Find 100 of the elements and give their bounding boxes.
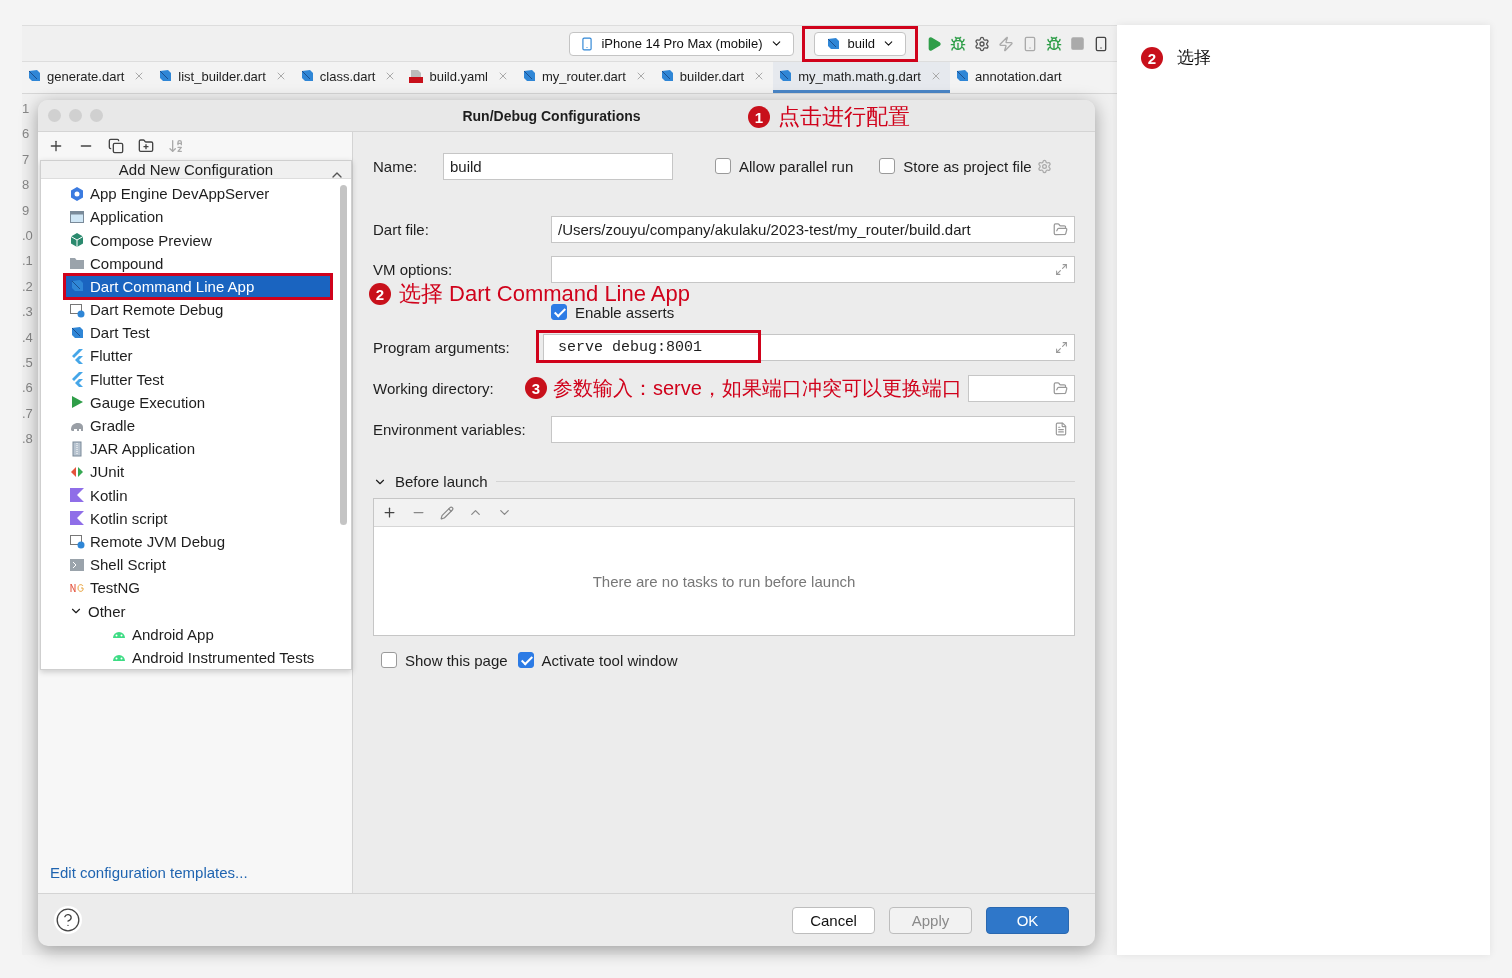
line-number: .3	[22, 304, 34, 322]
document-icon[interactable]	[1054, 422, 1068, 436]
line-number: .4	[22, 329, 34, 347]
annotation-text: 点击进行配置	[778, 103, 910, 131]
run-config-selector[interactable]: build	[813, 31, 906, 56]
file-tab[interactable]: list_builder.dart	[153, 62, 295, 93]
folder-icon[interactable]	[1053, 380, 1068, 396]
bug-icon[interactable]	[1046, 35, 1062, 52]
line-number: .8	[22, 431, 34, 449]
tree-item[interactable]: Kotlin script	[41, 506, 335, 530]
field-label: Working directory:	[373, 379, 495, 397]
line-number: .5	[22, 354, 34, 372]
checkbox[interactable]	[879, 158, 896, 174]
tree-item[interactable]: Dart Test	[41, 321, 335, 345]
line-number: 9	[22, 202, 31, 220]
step-number: 3	[525, 377, 547, 399]
dialog-button[interactable]: OK	[986, 906, 1069, 934]
tree-item[interactable]: Gradle	[41, 413, 335, 438]
tree-item[interactable]: Android App	[41, 622, 335, 646]
working-directory-field[interactable]	[967, 374, 1075, 402]
line-number: .0	[22, 227, 34, 245]
tree-item[interactable]: Compose Preview	[41, 228, 335, 252]
terminal-icon	[69, 556, 85, 573]
file-tab[interactable]: my_math.math.g.dart	[773, 62, 950, 93]
tree-item[interactable]: Android Instrumented Tests	[41, 645, 335, 669]
step-number: 2	[1141, 47, 1163, 69]
tree-item[interactable]: Other	[41, 599, 335, 623]
phone-icon[interactable]	[1022, 35, 1038, 52]
checkbox[interactable]	[551, 304, 567, 320]
line-number: 8	[22, 177, 31, 195]
tree-item[interactable]: TestNG	[41, 576, 335, 600]
tree-item[interactable]: Shell Script	[41, 553, 335, 577]
tree-item[interactable]: App Engine DevAppServer	[41, 182, 335, 206]
stop-icon[interactable]	[1070, 36, 1085, 51]
checkbox[interactable]	[381, 652, 397, 668]
tree-item[interactable]: Application	[41, 205, 335, 229]
dialog-button[interactable]: Cancel	[792, 906, 875, 934]
tree-item[interactable]: Kotlin	[41, 483, 335, 507]
environment-variables-field[interactable]	[551, 415, 1075, 443]
bug-icon[interactable]	[950, 35, 966, 52]
folder-add-icon[interactable]	[138, 138, 154, 154]
tree-item[interactable]: Dart Remote Debug	[41, 298, 335, 322]
folder-icon[interactable]	[1053, 221, 1068, 237]
run-icon[interactable]	[926, 35, 942, 52]
line-number: 7	[22, 151, 31, 169]
sort-icon[interactable]	[168, 138, 184, 154]
copy-icon[interactable]	[108, 138, 124, 154]
file-tab[interactable]: my_router.dart	[516, 62, 655, 93]
step-number: 1	[748, 106, 770, 128]
device-icon[interactable]	[1093, 35, 1109, 52]
folder-icon	[69, 255, 85, 272]
section-title: Before launch	[395, 473, 488, 490]
tree-item[interactable]: Flutter	[41, 344, 335, 368]
checkbox-label: Store as project file	[903, 157, 1032, 175]
vm-options-field[interactable]	[551, 255, 1075, 283]
line-number: 1	[22, 101, 31, 118]
tree-item[interactable]: JAR Application	[41, 437, 335, 461]
tree-item[interactable]: Dart Command Line App	[65, 274, 331, 298]
screen-icon	[69, 533, 85, 550]
field-label: Program arguments:	[373, 338, 511, 356]
file-tab[interactable]: builder.dart	[654, 62, 774, 93]
add-icon[interactable]	[382, 505, 397, 520]
popup-header: Add New Configuration	[118, 161, 274, 179]
tree-item[interactable]: Flutter Test	[41, 367, 335, 391]
empty-message: There are no tasks to run before launch	[592, 572, 856, 590]
add-icon[interactable]	[48, 138, 64, 154]
gear-icon[interactable]	[974, 35, 990, 52]
tree-item[interactable]: Gauge Execution	[41, 390, 335, 414]
checkbox-label: Show this page	[405, 651, 508, 669]
expand-icon[interactable]	[1055, 262, 1068, 276]
checkbox-label: Activate tool window	[541, 651, 678, 669]
field-label: Dart file:	[373, 220, 430, 238]
file-tab[interactable]: build.yaml	[404, 62, 517, 93]
line-number: 6	[22, 126, 31, 144]
checkbox[interactable]	[715, 158, 731, 174]
dart-icon	[69, 324, 85, 341]
dart-file-field[interactable]: /Users/zouyu/company/akulaku/2023-test/my_router/build.dart	[551, 215, 1075, 243]
expand-icon[interactable]	[1055, 340, 1068, 354]
file-tab[interactable]: annotation.dart	[949, 62, 1070, 93]
dialog-title: Run/Debug Configurations	[462, 107, 641, 124]
yaml-file-icon	[408, 68, 425, 84]
device-selector[interactable]: iPhone 14 Pro Max (mobile)	[569, 31, 794, 56]
lightning-icon[interactable]	[998, 35, 1014, 52]
tree-item[interactable]: JUnit	[41, 460, 335, 484]
phone-icon	[580, 36, 595, 51]
checkbox[interactable]	[517, 652, 534, 668]
hexagon-icon	[69, 185, 85, 202]
field-label: VM options:	[373, 260, 454, 278]
scrollbar[interactable]	[340, 185, 347, 526]
tree-item[interactable]: Remote JVM Debug	[41, 529, 335, 554]
file-tab[interactable]: class.dart	[294, 62, 405, 93]
tree-item[interactable]: Compound	[41, 251, 335, 275]
name-field[interactable]: build	[443, 152, 673, 180]
pencil-icon[interactable]	[440, 505, 454, 520]
help-button[interactable]	[54, 906, 82, 934]
edit-templates-link[interactable]: Edit configuration templates...	[50, 864, 352, 881]
window-icon	[69, 208, 85, 225]
dart-icon	[777, 68, 794, 84]
play-icon	[69, 394, 85, 411]
file-tab[interactable]: generate.dart	[22, 62, 154, 93]
